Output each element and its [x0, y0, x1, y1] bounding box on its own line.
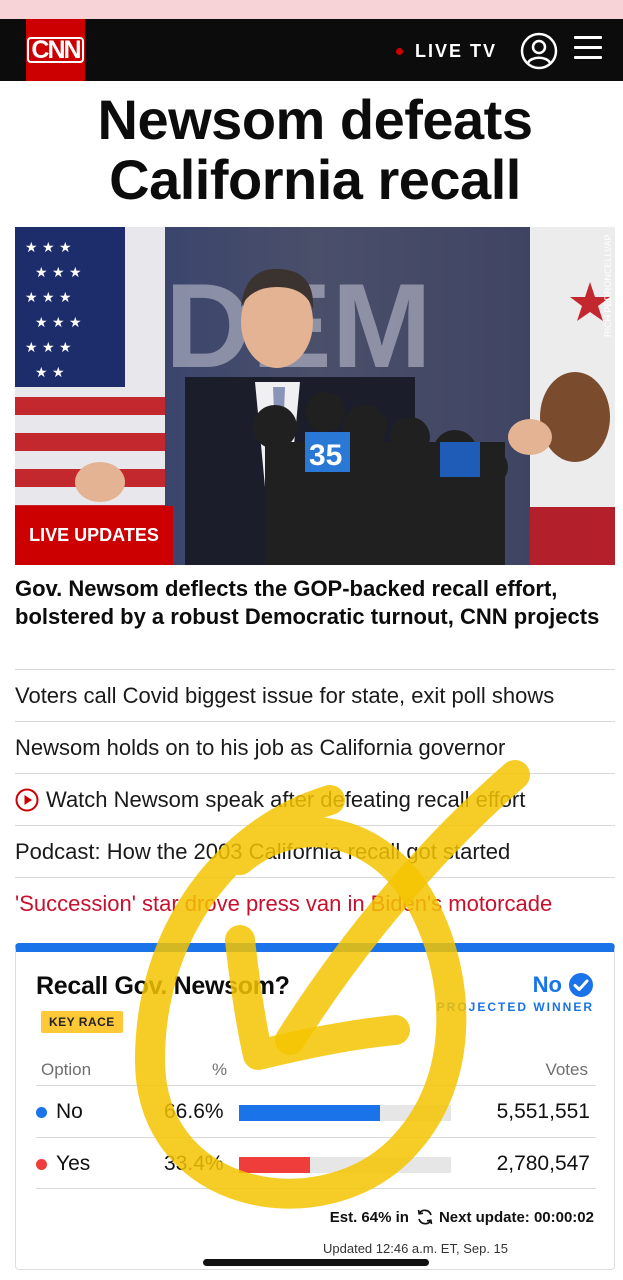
user-account-icon[interactable] — [520, 32, 558, 70]
next-update-timer: Next update: 00:00:02 — [438, 1208, 594, 1226]
svg-text:★ ★ ★: ★ ★ ★ — [25, 240, 72, 256]
option-color-dot — [36, 1159, 47, 1170]
status-bar-strip — [0, 0, 623, 19]
vote-share-bar — [239, 1157, 451, 1173]
related-link-exit-poll[interactable]: Voters call Covid biggest issue for stat… — [15, 669, 615, 721]
svg-text:★ ★ ★: ★ ★ ★ — [25, 340, 72, 356]
live-tv-label: LIVE TV — [415, 40, 498, 61]
live-updates-badge[interactable]: LIVE UPDATES — [15, 506, 173, 565]
svg-text:★ ★ ★: ★ ★ ★ — [35, 315, 82, 331]
svg-text:★ ★ ★: ★ ★ ★ — [35, 265, 82, 281]
results-table: No 66.6% 5,551,551 Yes 33.4% 2,780,547 — [36, 1085, 596, 1189]
vote-share-bar — [239, 1105, 451, 1121]
option-percent: 66.6% — [164, 1100, 224, 1123]
related-link-podcast[interactable]: Podcast: How the 2003 California recall … — [15, 825, 615, 877]
projected-winner-label: PROJECTED WINNER — [436, 1000, 594, 1014]
play-circle-icon — [15, 788, 39, 811]
result-row-no: No 66.6% 5,551,551 — [36, 1085, 596, 1137]
option-color-dot — [36, 1107, 47, 1118]
option-label: No — [56, 1100, 83, 1123]
vote-share-fill — [239, 1157, 310, 1173]
key-race-badge: KEY RACE — [41, 1011, 123, 1033]
related-link-succession[interactable]: 'Succession' star drove press van in Bid… — [15, 877, 615, 929]
home-indicator[interactable] — [203, 1259, 429, 1266]
projected-winner: No — [533, 972, 594, 998]
article-lede[interactable]: Gov. Newsom deflects the GOP-backed reca… — [15, 575, 615, 631]
related-links-list: Voters call Covid biggest issue for stat… — [15, 669, 615, 929]
svg-text:★ ★ ★: ★ ★ ★ — [25, 290, 72, 306]
related-link-holds-job[interactable]: Newsom holds on to his job as California… — [15, 721, 615, 773]
page-headline: Newsom defeats California recall — [97, 88, 533, 211]
vote-share-fill — [239, 1105, 381, 1121]
top-nav: CNN LIVE TV — [0, 19, 623, 81]
svg-text:RICH PEDRONCELLI/AP: RICH PEDRONCELLI/AP — [603, 234, 613, 337]
checkmark-icon — [569, 973, 593, 997]
option-label: Yes — [56, 1152, 91, 1175]
svg-text:★ ★: ★ ★ — [35, 365, 65, 381]
column-header-option: Option — [41, 1060, 92, 1079]
refresh-icon[interactable] — [415, 1207, 435, 1227]
live-tv-link[interactable]: LIVE TV — [396, 39, 497, 63]
cnn-logo[interactable]: CNN — [26, 19, 85, 81]
column-header-votes: Votes — [545, 1060, 588, 1079]
race-title: Recall Gov. Newsom? — [36, 972, 290, 1000]
svg-text:35: 35 — [309, 439, 342, 472]
related-link-watch-video[interactable]: Watch Newsom speak after defeating recal… — [15, 773, 615, 825]
option-votes: 2,780,547 — [496, 1152, 590, 1175]
reporting-estimate: Est. 64% in — [329, 1208, 409, 1226]
option-percent: 33.4% — [164, 1152, 224, 1175]
result-row-yes: Yes 33.4% 2,780,547 — [36, 1137, 596, 1189]
option-votes: 5,551,551 — [496, 1100, 590, 1123]
column-header-percent: % — [212, 1060, 228, 1079]
race-results-card[interactable]: Recall Gov. Newsom? KEY RACE No PROJECTE… — [15, 943, 615, 1270]
hamburger-menu-icon[interactable] — [574, 36, 602, 64]
updated-timestamp: Updated 12:46 a.m. ET, Sep. 15 — [323, 1241, 509, 1256]
update-status: Est. 64% in Next update: 00:00:02 — [330, 1207, 594, 1227]
live-dot-icon — [396, 47, 403, 55]
